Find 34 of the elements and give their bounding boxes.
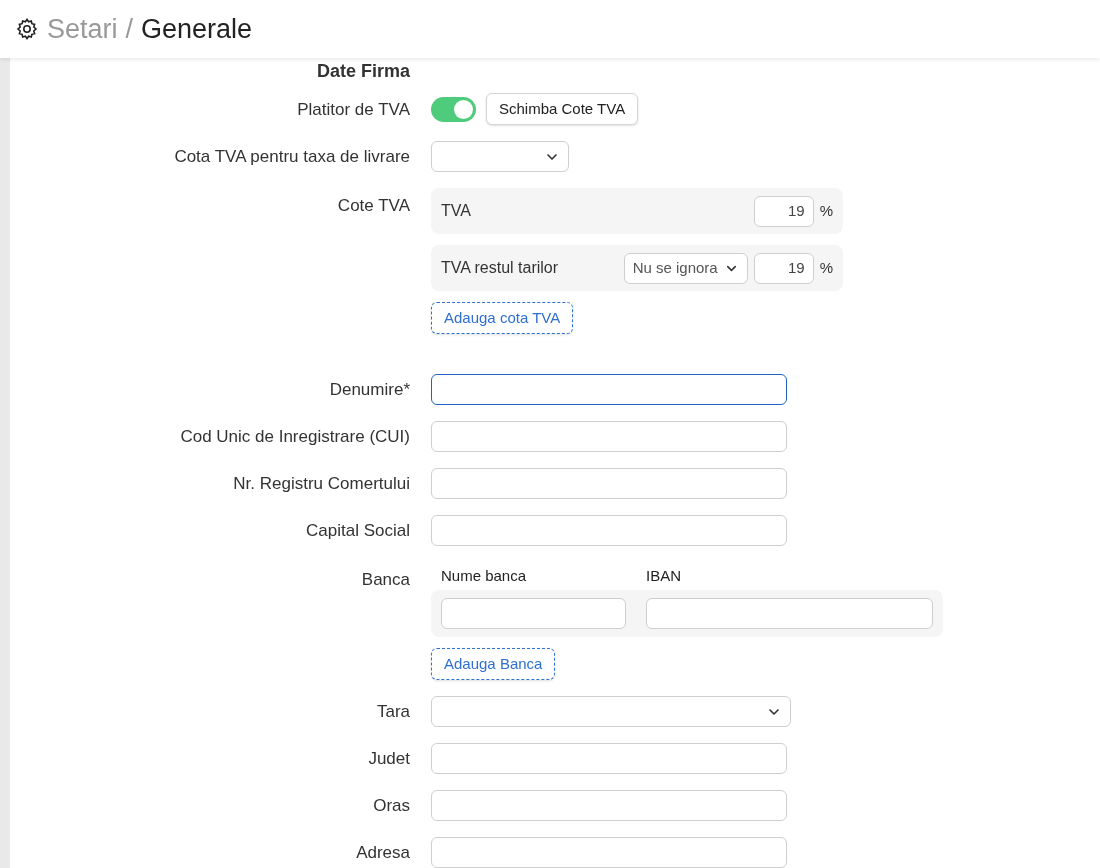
add-button[interactable]: Adauga Banca (431, 648, 556, 680)
rate-input[interactable]: 19 (753, 195, 814, 227)
percent-sign: % (819, 200, 833, 221)
field-label: Tara (376, 701, 410, 723)
percent-sign: % (819, 257, 833, 278)
toggle-switch[interactable] (431, 96, 476, 122)
dropdown[interactable] (431, 141, 569, 172)
breadcrumb-separator: / (125, 12, 134, 46)
field-label: Banca (361, 569, 410, 591)
field-label: Denumire* (329, 379, 410, 401)
field-label: Oras (373, 795, 410, 817)
field-label: Judet (368, 748, 410, 770)
add-button[interactable]: Adauga cota TVA (431, 302, 574, 334)
field-label: Cota TVA pentru taxa de livrare (174, 146, 410, 168)
field-label: Nr. Registru Comertului (233, 473, 410, 495)
field-label: Cod Unic de Inregistrare (CUI) (180, 426, 410, 448)
section-title: Date Firma (316, 60, 410, 83)
change-rates-button[interactable]: Schimba Cote TVA (486, 93, 639, 125)
rate-input[interactable]: 19 (753, 252, 814, 284)
field-label: Cote TVA (337, 195, 410, 217)
iban-input[interactable] (646, 598, 933, 629)
column-header: IBAN (646, 565, 681, 586)
ignore-dropdown[interactable]: Nu se ignora (623, 252, 748, 284)
rate-name: TVA (441, 201, 472, 221)
dropdown[interactable] (431, 696, 791, 727)
page-title: Generale (141, 12, 253, 46)
rate-name: TVA restul tarilor (441, 258, 560, 278)
field-label: Adresa (356, 842, 410, 864)
text-input[interactable] (431, 374, 787, 405)
column-header: Nume banca (441, 565, 528, 586)
field-label: Platitor de TVA (297, 98, 410, 121)
settings-icon (15, 17, 39, 41)
field-label: Capital Social (306, 520, 410, 542)
bank-name-input[interactable] (441, 598, 626, 629)
